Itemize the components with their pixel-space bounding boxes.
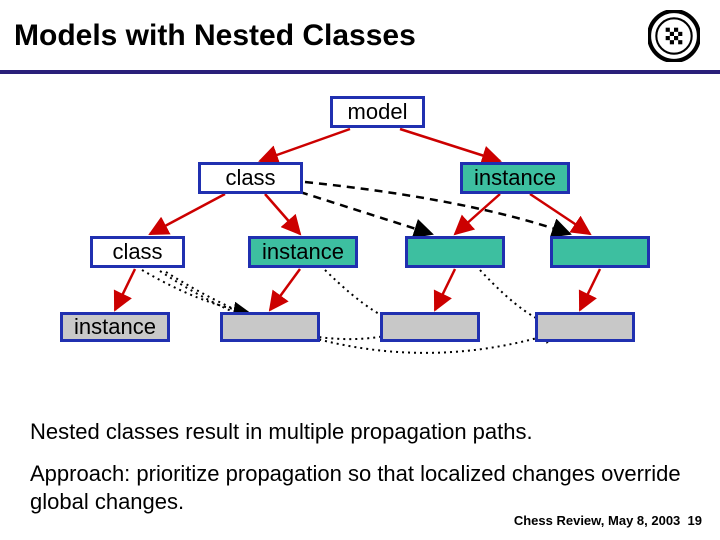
diagram-area: model class instance class instance inst…	[0, 74, 720, 404]
box-class-l2: class	[198, 162, 303, 194]
footer-page: 19	[688, 513, 702, 528]
box-instance-l2: instance	[460, 162, 570, 194]
box-instance-l4: instance	[60, 312, 170, 342]
box-class-l3: class	[90, 236, 185, 268]
paragraph-1: Nested classes result in multiple propag…	[30, 418, 700, 446]
footer: Chess Review, May 8, 2003 19	[514, 513, 702, 528]
box-model: model	[330, 96, 425, 128]
box-grey-l4-a	[220, 312, 320, 342]
box-teal-l3-b	[550, 236, 650, 268]
header: Models with Nested Classes	[0, 0, 720, 74]
box-grey-l4-b	[380, 312, 480, 342]
paragraph-2: Approach: prioritize propagation so that…	[30, 460, 700, 515]
chess-logo-icon	[648, 10, 700, 62]
box-teal-l3-a	[405, 236, 505, 268]
footer-text: Chess Review, May 8, 2003	[514, 513, 680, 528]
box-grey-l4-c	[535, 312, 635, 342]
page-title: Models with Nested Classes	[14, 19, 416, 53]
box-instance-l3: instance	[248, 236, 358, 268]
